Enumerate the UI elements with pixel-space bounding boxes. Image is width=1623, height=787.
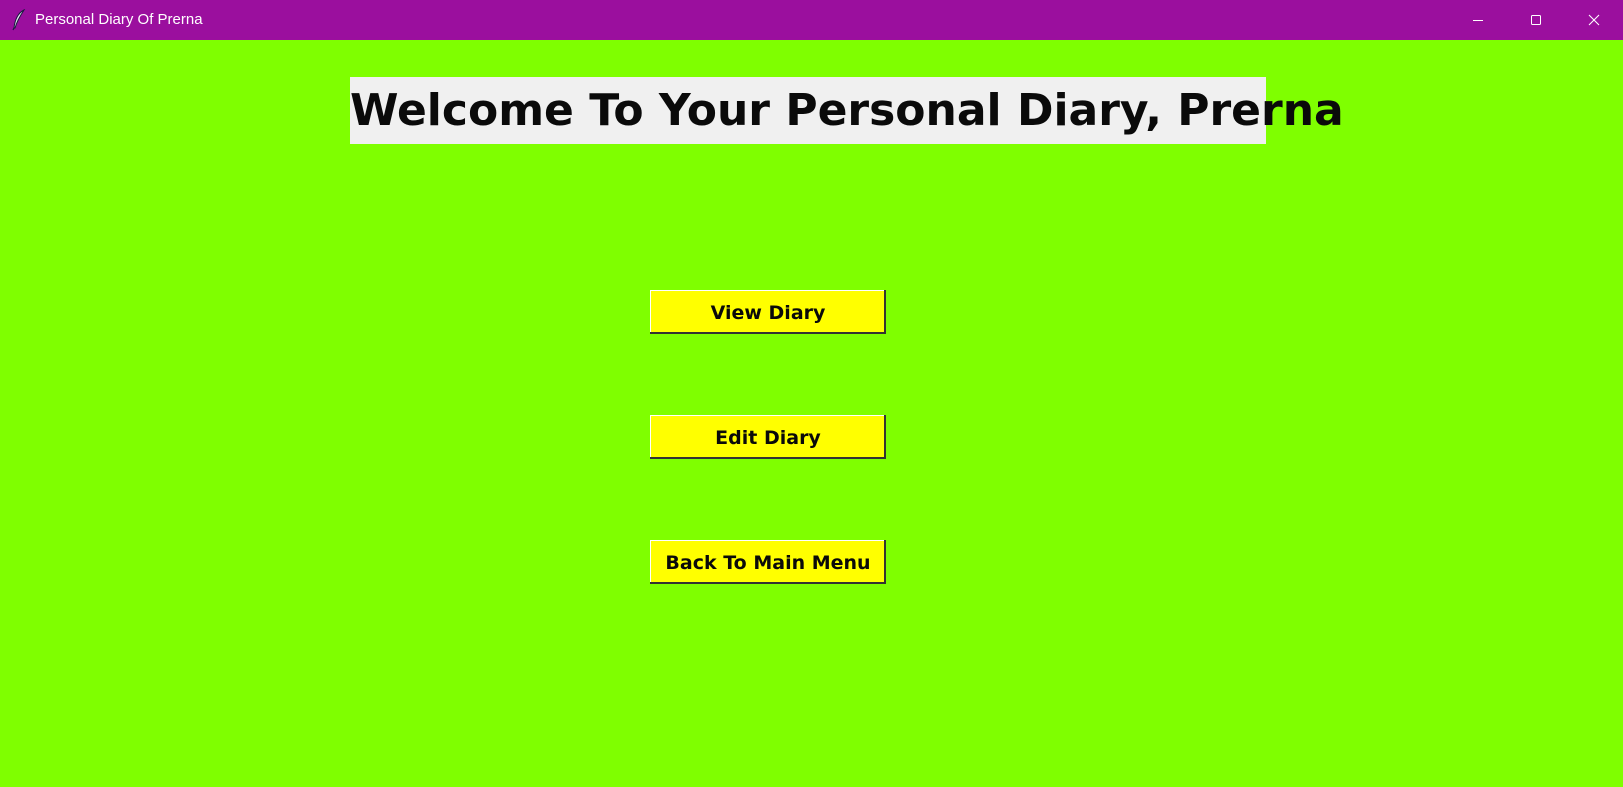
welcome-heading: Welcome To Your Personal Diary, Prerna [350, 77, 1344, 144]
title-bar[interactable]: Personal Diary Of Prerna [0, 0, 1623, 40]
maximize-icon [1530, 11, 1542, 30]
maximize-button[interactable] [1507, 0, 1565, 40]
back-to-main-menu-button[interactable]: Back To Main Menu [650, 540, 886, 584]
close-button[interactable] [1565, 0, 1623, 40]
minimize-icon [1472, 11, 1484, 30]
app-window: Personal Diary Of Prerna Welcome To Your… [0, 0, 1623, 787]
window-title: Personal Diary Of Prerna [35, 11, 203, 28]
close-icon [1588, 11, 1600, 30]
minimize-button[interactable] [1449, 0, 1507, 40]
edit-diary-button[interactable]: Edit Diary [650, 415, 886, 459]
feather-icon [12, 8, 26, 31]
view-diary-button[interactable]: View Diary [650, 290, 886, 334]
